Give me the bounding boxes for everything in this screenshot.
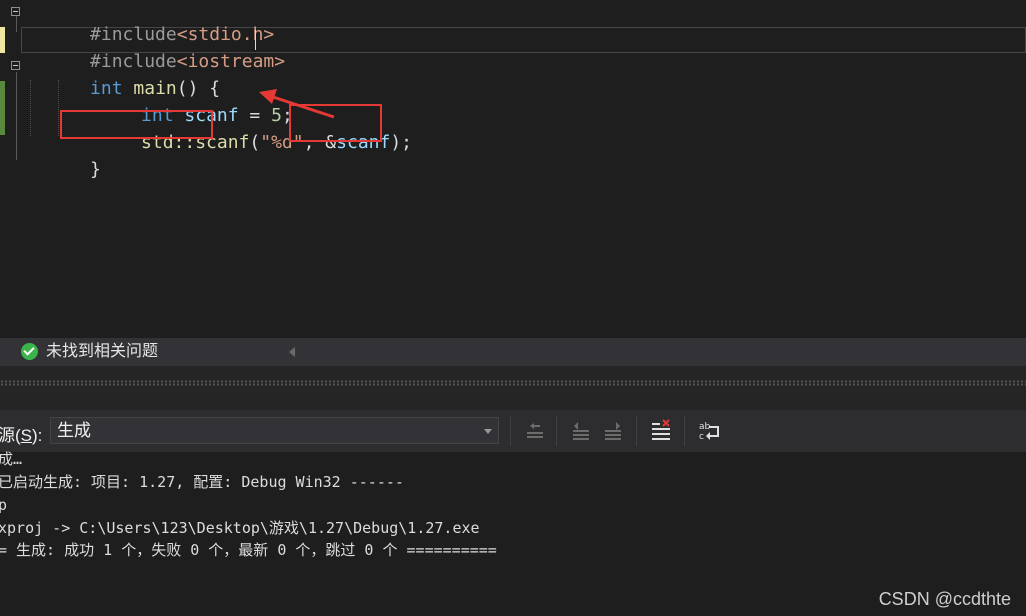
watermark: CSDN @ccdthte <box>878 589 1011 609</box>
output-toolbar: 源(S): 生成 ab c <box>0 410 1026 452</box>
code-editor[interactable]: #include<stdio.h> #include<iostream> int… <box>0 0 1026 338</box>
output-line: p <box>0 496 8 514</box>
code-line-1[interactable]: #include<stdio.h> <box>0 0 1026 45</box>
output-line: = 生成: 成功 1 个，失败 0 个，最新 0 个，跳过 0 个 ======… <box>0 541 497 559</box>
toolbar-separator <box>636 416 637 446</box>
find-prev-message-icon <box>527 423 543 438</box>
word-wrap-icon: ab c <box>699 422 719 442</box>
next-message-button[interactable] <box>600 417 628 445</box>
output-line: 已启动生成: 项目: 1.27, 配置: Debug Win32 ------ <box>0 473 404 491</box>
closing-brace: } <box>90 159 101 180</box>
output-line: xproj -> C:\Users\123\Desktop\游戏\1.27\De… <box>0 519 480 537</box>
status-bar: 未找到相关问题 <box>0 338 1026 366</box>
collapse-icon[interactable] <box>11 7 20 16</box>
splitter-grip[interactable] <box>0 380 1026 386</box>
code-line-3[interactable]: int main() { <box>0 54 1026 99</box>
svg-text:ab: ab <box>699 422 711 432</box>
output-source-value: 生成 <box>57 421 91 440</box>
svg-text:c: c <box>699 432 704 442</box>
previous-message-button[interactable] <box>568 417 596 445</box>
arrow-up-list-icon <box>573 422 589 440</box>
collapse-icon[interactable] <box>11 61 20 70</box>
issues-status-text[interactable]: 未找到相关问题 <box>46 342 158 362</box>
toolbar-separator <box>556 416 557 446</box>
clear-all-button[interactable] <box>648 417 676 445</box>
output-source-select[interactable]: 生成 <box>50 417 499 444</box>
chevron-down-icon[interactable] <box>484 429 492 434</box>
output-line: 成… <box>0 450 23 468</box>
arrow-down-list-icon <box>605 422 621 440</box>
code-line-6[interactable]: } <box>0 135 1026 180</box>
code-line-4[interactable]: int scanf = 5; <box>0 81 1026 126</box>
toolbar-separator <box>684 416 685 446</box>
clear-all-icon <box>652 419 670 440</box>
annotation-box-scanf-arg <box>289 104 382 142</box>
pane-splitter[interactable] <box>0 366 1026 410</box>
output-pane[interactable]: 成… 已启动生成: 项目: 1.27, 配置: Debug Win32 ----… <box>0 450 1026 616</box>
toolbar-separator <box>510 416 511 446</box>
check-circle-icon <box>21 343 38 360</box>
code-line-2[interactable]: #include<iostream> <box>0 27 1026 72</box>
chevron-left-icon[interactable] <box>289 347 295 357</box>
text-cursor <box>255 30 256 50</box>
annotation-box-std-scanf <box>60 110 213 139</box>
output-source-label: 源(S): <box>0 426 43 445</box>
toggle-word-wrap-button[interactable]: ab c <box>696 417 724 445</box>
find-in-output-button[interactable] <box>522 417 550 445</box>
